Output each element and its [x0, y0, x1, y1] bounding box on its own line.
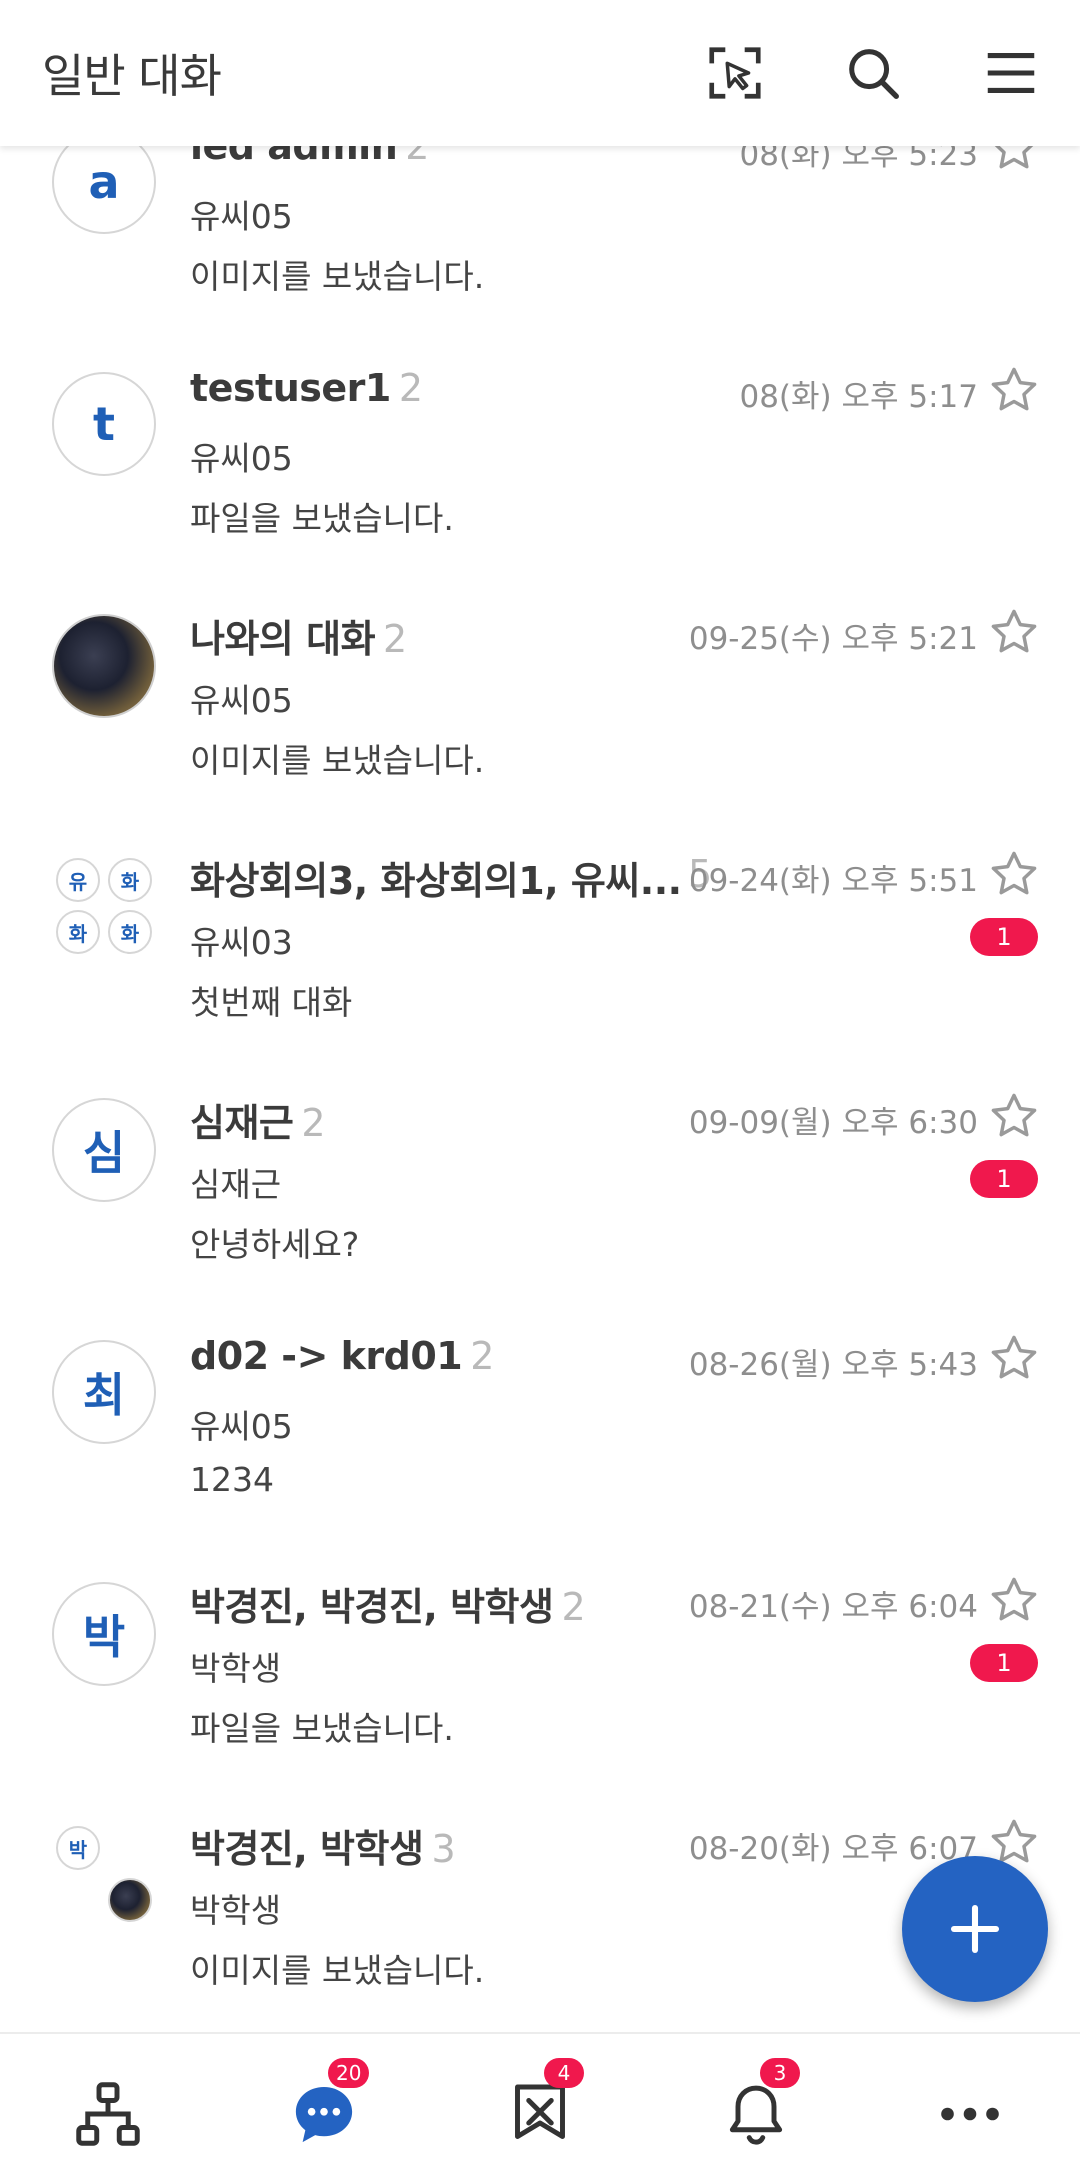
chat-title-text: d02 -> krd01 [190, 1334, 463, 1378]
chat-title-text: 박경진, 박학생 [190, 1827, 424, 1871]
chat-row[interactable]: 나와의 대화 2 09-25(수) 오후 5:21 유씨05 이미지를 보냈습니다… [0, 482, 1080, 780]
app: a ied admin 2 08(화) 오후 5:23 유씨05 이미지를 보냈습… [0, 0, 1080, 2181]
chat-icon[interactable]: 20 [284, 2058, 370, 2154]
member-count: 2 [470, 1334, 494, 1378]
chat-sender: 유씨05 [190, 439, 293, 478]
star-icon[interactable] [988, 848, 1040, 900]
bell-icon[interactable]: 3 [716, 2058, 800, 2154]
avatar: t [52, 372, 156, 476]
star-icon[interactable] [988, 1090, 1040, 1142]
member-count: 2 [398, 366, 423, 410]
avatar-photo [52, 614, 156, 718]
chat-title: 박경진, 박학생 3 [190, 1818, 456, 1873]
chat-time: 08-26(월) 오후 5:43 [688, 1347, 978, 1383]
unread-badge: 1 [970, 1644, 1038, 1682]
chat-row[interactable]: 박 박경진, 박경진, 박학생 2 08-21(수) 오후 6:04 박학생 1 … [0, 1450, 1080, 1748]
chat-time: 09-09(월) 오후 6:30 [688, 1105, 978, 1141]
unread-badge: 1 [970, 1160, 1038, 1198]
member-count: 2 [561, 1585, 586, 1629]
chat-title: 박경진, 박경진, 박학생 2 [190, 1576, 586, 1631]
chat-time: 08-21(수) 오후 6:04 [688, 1589, 978, 1625]
menu-icon[interactable] [976, 38, 1046, 108]
search-icon[interactable] [838, 38, 908, 108]
chat-sender: 유씨05 [190, 197, 293, 236]
chat-time: 09-25(수) 오후 5:21 [688, 621, 978, 657]
star-icon[interactable] [988, 1332, 1040, 1384]
chat-title-text: 심재근 [190, 1101, 294, 1145]
avatar-mini: 유 [56, 858, 100, 902]
plus-icon [950, 1904, 1000, 1954]
chat-time: 08-20(화) 오후 6:07 [688, 1831, 978, 1867]
mail-icon[interactable]: 4 [500, 2058, 584, 2154]
avatar-mini: 화 [108, 858, 152, 902]
chat-title: 심재근 2 [190, 1092, 326, 1147]
star-icon[interactable] [988, 606, 1040, 658]
star-icon[interactable] [988, 364, 1040, 416]
member-count: 2 [301, 1101, 326, 1145]
avatar-mini: 박 [56, 1826, 100, 1870]
star-icon[interactable] [988, 1574, 1040, 1626]
new-chat-button[interactable] [902, 1856, 1048, 2002]
chat-sender: 유씨05 [190, 1407, 293, 1446]
app-header: 일반 대화 [0, 0, 1080, 146]
chat-sender: 심재근 [190, 1165, 282, 1204]
chat-title-text: 박경진, 박경진, 박학생 [190, 1585, 554, 1629]
member-count: 3 [431, 1827, 456, 1871]
alarm-badge: 3 [760, 2058, 800, 2088]
bottom-nav: 20 4 3 [0, 2032, 1080, 2181]
org-chart-icon[interactable] [68, 2074, 148, 2154]
chat-title: testuser1 2 [190, 366, 423, 410]
chat-title-text: 화상회의3, 화상회의1, 유씨... [190, 859, 682, 903]
member-count: 2 [383, 617, 407, 661]
chat-row[interactable]: 심 심재근 2 09-09(월) 오후 6:30 심재근 1 안녕하세요? [0, 966, 1080, 1264]
unread-badge: 1 [970, 918, 1038, 956]
more-icon[interactable] [930, 2074, 1010, 2154]
mail-badge: 4 [544, 2058, 584, 2088]
page-title: 일반 대화 [42, 49, 222, 103]
chat-title: d02 -> krd01 2 [190, 1334, 494, 1378]
avatar-mini-photo [108, 1878, 152, 1922]
chat-sender: 박학생 [190, 1649, 282, 1688]
chat-badge: 20 [328, 2058, 370, 2088]
chat-message: 이미지를 보냈습니다. [190, 1951, 485, 1990]
select-cursor-icon[interactable] [700, 38, 770, 108]
chat-row[interactable]: 유 화 화 화 화상회의3, 화상회의1, 유씨... 5 09-24(화) 오… [0, 724, 1080, 1022]
chat-title: 나와의 대화 2 [190, 608, 407, 663]
chat-time: 09-24(화) 오후 5:51 [688, 863, 978, 899]
chat-row[interactable]: 최 d02 -> krd01 2 08-26(월) 오후 5:43 유씨05 12… [0, 1208, 1080, 1499]
chat-time: 08(화) 오후 5:17 [739, 379, 978, 415]
avatar-mini: 화 [56, 910, 100, 954]
chat-title-text: testuser1 [190, 366, 391, 410]
chat-row[interactable]: t testuser1 2 08(화) 오후 5:17 유씨05 파일을 보냈습니… [0, 240, 1080, 538]
avatar: 최 [52, 1340, 156, 1444]
chat-title-text: 나와의 대화 [190, 617, 376, 661]
avatar: 심 [52, 1098, 156, 1202]
avatar: 박 [52, 1582, 156, 1686]
chat-sender: 유씨03 [190, 923, 293, 962]
chat-sender: 박학생 [190, 1891, 282, 1930]
chat-title: 화상회의3, 화상회의1, 유씨... [190, 850, 682, 905]
chat-sender: 유씨05 [190, 681, 293, 720]
avatar-mini: 화 [108, 910, 152, 954]
